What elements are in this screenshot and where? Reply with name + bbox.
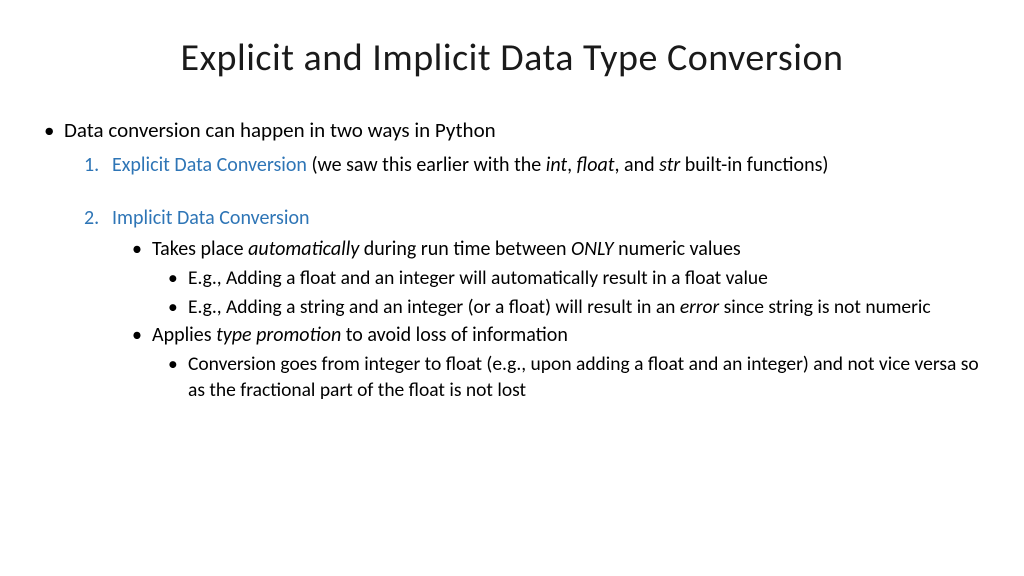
eg2-b: since string is not numeric (719, 295, 930, 319)
implicit-sub1: Takes place automatically during run tim… (40, 236, 984, 263)
sub1-b: during run time between (359, 237, 571, 261)
slide-title: Explicit and Implicit Data Type Conversi… (40, 35, 984, 81)
example-3: Conversion goes from integer to float (e… (40, 351, 984, 404)
kw-str: str (659, 153, 680, 177)
num-1: 1. (84, 152, 99, 179)
implicit-label: Implicit Data Conversion (112, 206, 310, 230)
comma1: , (567, 153, 577, 177)
kw-int: int (546, 153, 567, 177)
sub1-a: Takes place (152, 237, 248, 261)
intro-bullet: Data conversion can happen in two ways i… (40, 116, 984, 144)
example-1: E.g., Adding a float and an integer will… (40, 265, 984, 291)
explicit-rest-b: built-in functions) (680, 153, 828, 177)
sub2-a: Applies (152, 323, 216, 347)
sub2-b: to avoid loss of information (341, 323, 568, 347)
comma2: , and (615, 153, 660, 177)
example-2: E.g., Adding a string and an integer (or… (40, 294, 984, 320)
explicit-item: 1. Explicit Data Conversion (we saw this… (40, 152, 984, 179)
eg3-text: Conversion goes from integer to float (e… (188, 352, 979, 402)
eg1-text: E.g., Adding a float and an integer will… (188, 266, 768, 290)
num-2: 2. (84, 205, 99, 232)
sub1-auto: automatically (248, 237, 359, 261)
sub2-tp: type promotion (216, 323, 341, 347)
implicit-sub2: Applies type promotion to avoid loss of … (40, 322, 984, 349)
kw-float: float (577, 153, 615, 177)
sub1-c: numeric values (614, 237, 741, 261)
eg2-a: E.g., Adding a string and an integer (or… (188, 295, 680, 319)
slide-body: Data conversion can happen in two ways i… (40, 116, 984, 404)
explicit-rest-a: (we saw this earlier with the (307, 153, 546, 177)
intro-text: Data conversion can happen in two ways i… (64, 117, 496, 143)
sub1-only: ONLY (571, 237, 614, 261)
eg2-error: error (680, 295, 719, 319)
explicit-label: Explicit Data Conversion (112, 153, 307, 177)
implicit-item: 2. Implicit Data Conversion (40, 205, 984, 232)
